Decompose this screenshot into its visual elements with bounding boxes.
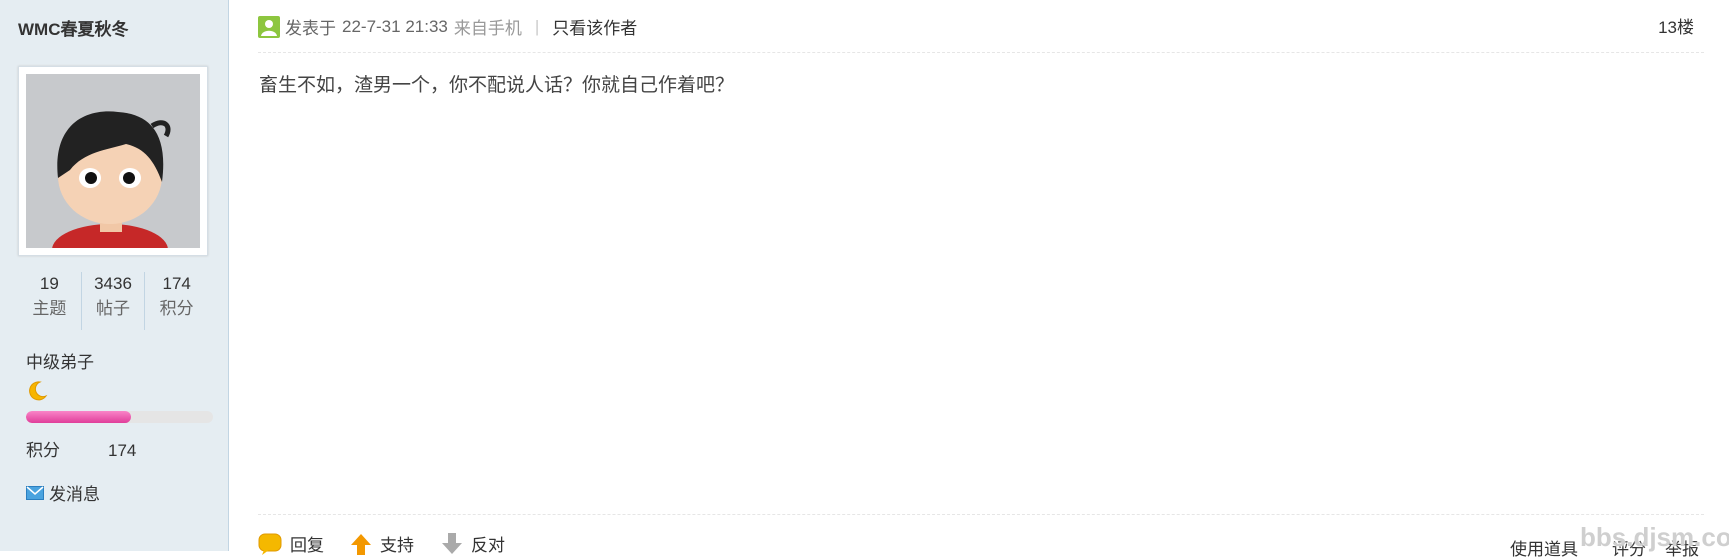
floor-number[interactable]: 13楼 — [1658, 13, 1694, 38]
points-row: 积分 174 — [26, 436, 136, 461]
post-header: 发表于 22-7-31 21:33 来自手机 | 只看该作者 13楼 — [258, 0, 1704, 53]
envelope-icon — [26, 485, 44, 500]
reply-icon — [258, 533, 282, 555]
stat-threads-label: 主题 — [32, 299, 67, 318]
post-datetime: 22-7-31 21:33 — [342, 16, 448, 36]
header-separator: | — [534, 16, 540, 36]
user-sidebar: WMC春夏秋冬 19 主题 3436 帖子 174 积分 中级弟子 积分 174… — [0, 0, 229, 551]
stat-threads-value: 19 — [39, 274, 59, 293]
user-stats: 19 主题 3436 帖子 174 积分 — [18, 272, 208, 330]
only-author-link[interactable]: 只看该作者 — [552, 14, 637, 39]
use-tool-link[interactable]: 使用道具 — [1510, 535, 1578, 560]
support-label: 支持 — [380, 536, 414, 555]
post-footer: 回复 支持 反对 使用道具 评分 举报 — [258, 514, 1704, 559]
support-button[interactable]: 支持 — [350, 531, 414, 556]
post-source[interactable]: 来自手机 — [454, 14, 522, 39]
down-arrow-icon — [442, 532, 462, 554]
post-content: 畜生不如，渣男一个，你不配说人话？你就自己作着吧？ — [259, 75, 735, 96]
reply-label: 回复 — [290, 536, 324, 555]
stat-points[interactable]: 174 积分 — [145, 272, 208, 330]
avatar-image — [26, 74, 200, 248]
stat-posts[interactable]: 3436 帖子 — [82, 272, 146, 330]
reply-button[interactable]: 回复 — [258, 531, 324, 556]
stat-posts-value: 3436 — [94, 274, 132, 293]
points-value: 174 — [108, 441, 137, 460]
user-rank[interactable]: 中级弟子 — [26, 348, 94, 373]
avatar[interactable] — [18, 66, 208, 256]
stat-points-label: 积分 — [159, 299, 194, 318]
moon-icon — [26, 380, 48, 407]
thumb-up-arrow-icon — [351, 533, 371, 555]
stat-posts-label: 帖子 — [96, 299, 130, 318]
posted-prefix: 发表于 — [285, 19, 336, 38]
points-label: 积分 — [26, 441, 60, 460]
author-icon — [258, 15, 280, 38]
username-link[interactable]: WMC春夏秋冬 — [18, 15, 128, 40]
send-message-label: 发消息 — [49, 485, 100, 504]
oppose-button[interactable]: 反对 — [441, 531, 505, 556]
stat-points-value: 174 — [162, 274, 191, 293]
stat-threads[interactable]: 19 主题 — [18, 272, 82, 330]
level-progress-fill — [26, 411, 131, 423]
level-progress-bar — [26, 411, 213, 423]
site-watermark: bbs.djsm.com — [1580, 522, 1729, 552]
send-message-link[interactable]: 发消息 — [26, 480, 100, 505]
oppose-label: 反对 — [471, 536, 505, 555]
